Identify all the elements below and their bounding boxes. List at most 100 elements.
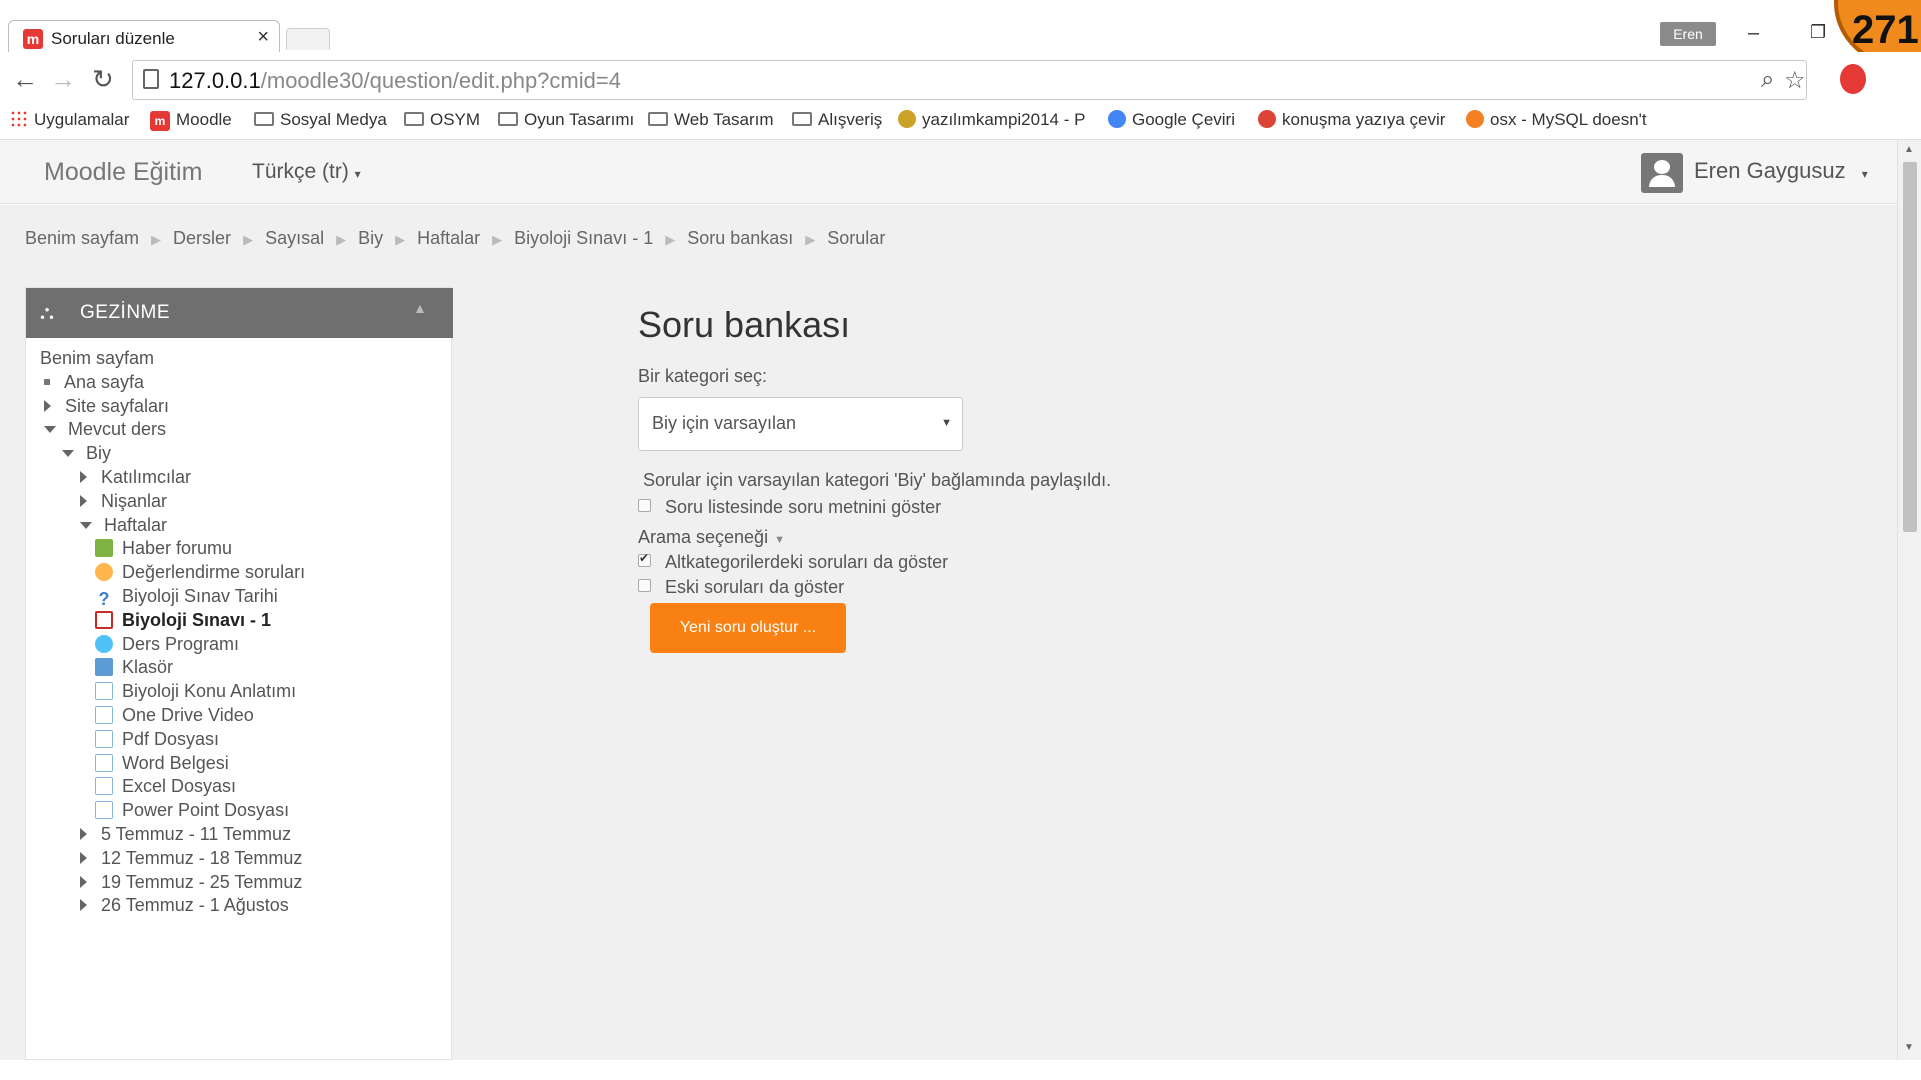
bookmarks-bar: Uygulamalar m Moodle Sosyal Medya OSYM Oyun T… <box>0 104 1921 140</box>
breadcrumb-item[interactable]: Biy <box>358 228 383 248</box>
nav-tree-item[interactable]: Biyoloji Sınavı - 1 <box>95 610 271 631</box>
folder-icon <box>792 112 812 126</box>
bookmark-4[interactable]: Oyun Tasarımı <box>498 110 634 130</box>
nav-tree-item[interactable]: Nişanlar <box>80 491 167 512</box>
counter-badge-number: 271 <box>1852 8 1919 52</box>
bookmark-star-icon[interactable]: ☆ <box>1784 66 1806 95</box>
nav-tree-item[interactable]: Ana sayfa <box>44 372 144 393</box>
show-old-checkbox[interactable] <box>638 579 651 592</box>
page-icon <box>95 682 113 701</box>
nav-tree-item[interactable]: 19 Temmuz - 25 Temmuz <box>80 872 302 893</box>
nav-tree-label: Biy <box>86 443 112 464</box>
nav-tree-label: Power Point Dosyası <box>122 800 290 821</box>
page-icon <box>95 729 113 748</box>
nav-tree-item[interactable]: 5 Temmuz - 11 Temmuz <box>80 824 291 845</box>
search-options-toggle[interactable]: Arama seçeneği ▼ <box>638 527 785 548</box>
restore-window-icon[interactable]: ❐ <box>1810 22 1826 43</box>
bookmark-label: Moodle <box>176 110 232 129</box>
collapse-arrow-icon <box>44 426 56 434</box>
nav-tree-item[interactable]: Biyoloji Konu Anlatımı <box>95 681 296 702</box>
language-menu[interactable]: Türkçe ‎(tr)‎ ▾ <box>252 160 361 184</box>
user-avatar[interactable] <box>1641 153 1683 193</box>
nav-tree-item[interactable]: Site sayfaları <box>44 396 169 417</box>
nav-tree-item[interactable]: Power Point Dosyası <box>95 800 289 821</box>
bookmark-1[interactable]: m Moodle <box>150 110 232 131</box>
page-title: Soru bankası <box>638 304 851 345</box>
category-select[interactable]: Biy için varsayılan ▼ <box>638 397 963 451</box>
nav-tree-label: Ana sayfa <box>64 371 145 392</box>
forward-arrow-icon[interactable]: → <box>50 64 76 95</box>
nav-tree-item[interactable]: Word Belgesi <box>95 753 229 774</box>
show-question-text-checkbox[interactable] <box>638 499 651 512</box>
breadcrumb-item[interactable]: Benim sayfam <box>25 228 139 248</box>
browser-tab[interactable]: m Soruları düzenle × <box>8 20 280 52</box>
show-old-row[interactable]: Eski soruları da göster <box>638 577 844 598</box>
bookmark-8[interactable]: Google Çeviri <box>1108 110 1235 130</box>
breadcrumb-item[interactable]: Dersler <box>173 228 231 248</box>
show-question-text-label: Soru listesinde soru metnini göster <box>665 497 942 517</box>
nav-tree-item[interactable]: Katılımcılar <box>80 467 191 488</box>
nav-tree-item[interactable]: Ders Programı <box>95 634 239 655</box>
create-new-question-button[interactable]: Yeni soru oluştur ... <box>650 603 846 653</box>
bookmark-10[interactable]: osx - MySQL doesn't <box>1466 110 1647 130</box>
bookmark-3[interactable]: OSYM <box>404 110 480 130</box>
sitemap-icon: ⛬ <box>40 302 54 324</box>
reload-icon[interactable]: ↻ <box>92 64 114 95</box>
back-arrow-icon[interactable]: ← <box>12 64 38 95</box>
nav-tree-label: Biyoloji Konu Anlatımı <box>122 681 297 702</box>
bookmark-5[interactable]: Web Tasarım <box>648 110 774 130</box>
moodle-icon: m <box>150 111 170 131</box>
nav-tree-item[interactable]: Pdf Dosyası <box>95 729 219 750</box>
bookmark-9[interactable]: konuşma yazıya çevir <box>1258 110 1445 130</box>
scroll-up-icon[interactable]: ▲ <box>1904 144 1914 155</box>
bookmark-6[interactable]: Alışveriş <box>792 110 882 130</box>
page-icon <box>95 777 113 796</box>
bookmark-label: konuşma yazıya çevir <box>1282 110 1446 129</box>
collapse-arrow-icon <box>62 450 74 458</box>
nav-tree-item[interactable]: ? Biyoloji Sınav Tarihi <box>95 586 278 608</box>
address-bar[interactable]: 127.0.0.1/moodle30/question/edit.php?cmi… <box>132 60 1807 100</box>
zoom-icon[interactable]: ⌕ <box>1761 66 1774 94</box>
scroll-thumb[interactable] <box>1903 162 1917 532</box>
nav-tree-item[interactable]: Excel Dosyası <box>95 776 236 797</box>
nav-tree-item[interactable]: Haber forumu <box>95 538 232 559</box>
nav-tree-item[interactable]: Haftalar <box>80 515 167 536</box>
site-brand[interactable]: Moodle Eğitim <box>44 158 202 187</box>
bookmark-7[interactable]: yazılımkampi2014 - P <box>898 110 1085 130</box>
nav-tree-item[interactable]: One Drive Video <box>95 705 254 726</box>
bookmark-0[interactable]: Uygulamalar <box>10 110 129 130</box>
url-text[interactable]: 127.0.0.1/moodle30/question/edit.php?cmi… <box>169 68 621 94</box>
opera-extension-icon[interactable] <box>1840 64 1866 94</box>
navigation-block-header[interactable]: ⛬ GEZİNME ▲ <box>26 288 453 338</box>
show-subcategories-row[interactable]: Altkategorilerdeki soruları da göster <box>638 551 948 573</box>
collapse-icon[interactable]: ▲ <box>413 300 427 316</box>
breadcrumb-item[interactable]: Soru bankası <box>687 228 793 248</box>
nav-tree-item[interactable]: Klasör <box>95 657 173 678</box>
breadcrumb-item[interactable]: Biyoloji Sınavı - 1 <box>514 228 653 248</box>
minimize-window-icon[interactable]: – <box>1748 22 1759 45</box>
page-scrollbar[interactable]: ▲ ▼ <box>1897 140 1921 1060</box>
folder-icon <box>404 112 424 126</box>
nav-tree-item[interactable]: 12 Temmuz - 18 Temmuz <box>80 848 302 869</box>
nav-tree-label: Mevcut ders <box>68 419 167 440</box>
nav-tree-item[interactable]: Benim sayfam <box>40 348 154 369</box>
show-question-text-row[interactable]: Soru listesinde soru metnini göster <box>638 497 941 518</box>
nav-tree-item[interactable]: Biy <box>62 443 111 464</box>
show-subcategories-checkbox[interactable] <box>638 551 651 567</box>
nav-tree-item[interactable]: Değerlendirme soruları <box>95 562 305 583</box>
folder-icon <box>498 112 518 126</box>
nav-tree-item[interactable]: 26 Temmuz - 1 Ağustos <box>80 895 289 916</box>
new-tab-button[interactable] <box>286 28 330 50</box>
profile-button[interactable]: Eren <box>1660 22 1716 46</box>
breadcrumb-item[interactable]: Sayısal <box>265 228 324 248</box>
bookmark-2[interactable]: Sosyal Medya <box>254 110 387 130</box>
scroll-down-icon[interactable]: ▼ <box>1904 1042 1914 1053</box>
nav-tree-item[interactable]: Mevcut ders <box>44 419 166 440</box>
user-menu[interactable]: Eren Gaygusuz ▾ <box>1694 158 1868 184</box>
close-tab-icon[interactable]: × <box>257 26 269 49</box>
feedback-icon <box>95 563 113 582</box>
folder-icon <box>95 658 113 677</box>
breadcrumb-item[interactable]: Haftalar <box>417 228 480 248</box>
tab-title: Soruları düzenle <box>51 29 175 48</box>
nav-tree-label: Nişanlar <box>101 490 168 511</box>
